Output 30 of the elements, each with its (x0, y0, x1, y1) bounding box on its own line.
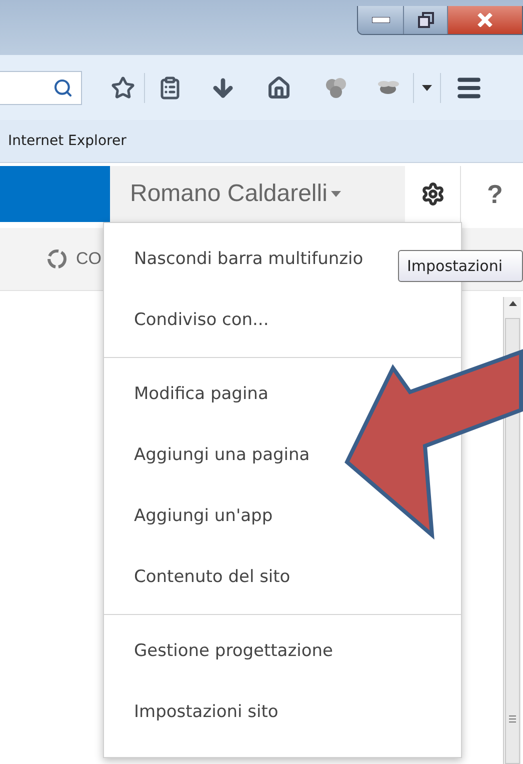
search-field[interactable] (0, 70, 82, 104)
clipboard-icon (158, 76, 182, 100)
close-icon (477, 13, 493, 27)
restore-icon (418, 12, 434, 28)
minimize-icon (372, 17, 390, 23)
sync-icon (46, 248, 68, 270)
menu-item[interactable]: Condiviso con... (104, 290, 269, 351)
restore-button[interactable] (403, 6, 447, 34)
bookmark-link[interactable]: Internet Explorer (8, 133, 126, 149)
caret-icon (422, 84, 432, 90)
search-icon (53, 78, 73, 98)
grip-icon (509, 715, 516, 723)
star-icon (111, 76, 135, 100)
user-menu-button[interactable]: Romano Caldarelli (110, 166, 405, 222)
menu-item[interactable]: Impostazioni sito (104, 682, 278, 743)
home-icon (267, 76, 291, 100)
ribbon-label: CO (76, 249, 102, 269)
blob-icon (324, 76, 346, 98)
menu-item[interactable]: Modifica pagina (104, 364, 268, 425)
menu-item[interactable]: Aggiungi un'app (104, 486, 273, 547)
menu-item[interactable]: Gestione progettazione (104, 621, 334, 682)
close-button[interactable] (447, 6, 522, 34)
minimize-button[interactable] (358, 6, 403, 34)
caret-icon (331, 191, 342, 197)
scroll-up-icon (508, 301, 516, 306)
tooltip: Impostazioni (398, 250, 523, 282)
menu-item[interactable]: Contenuto del sito (104, 547, 290, 608)
settings-icon (420, 182, 444, 206)
menu-item[interactable]: Nascondi barra multifunzio (104, 229, 364, 290)
menu-item[interactable]: Aggiungi una pagina (104, 425, 310, 486)
